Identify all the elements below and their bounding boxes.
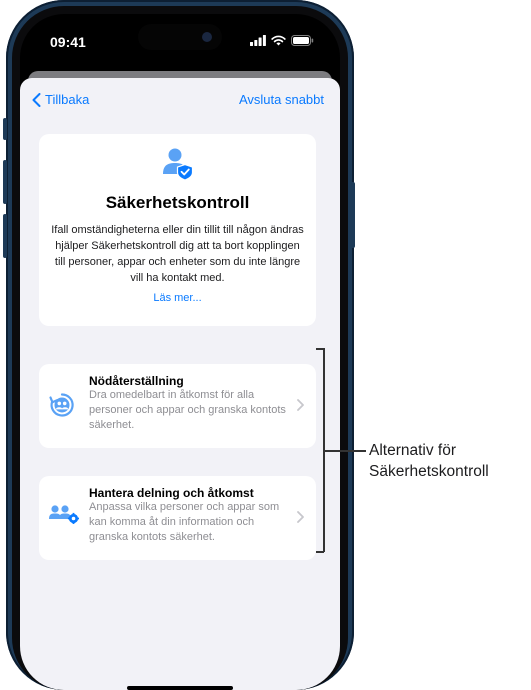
back-button[interactable]: Tillbaka (32, 92, 89, 107)
volume-up-button (3, 160, 7, 204)
chevron-right-icon (297, 399, 304, 411)
status-icons (250, 35, 314, 46)
battery-icon (291, 35, 314, 46)
read-more-link[interactable]: Läs mer... (39, 292, 316, 304)
option-title: Hantera delning och åtkomst (89, 486, 254, 500)
emergency-reset-option[interactable]: Nödåterställning Dra omedelbart in åtkom… (39, 364, 316, 448)
callout-line-2: Säkerhetskontroll (369, 463, 489, 480)
status-bar: 09:41 (20, 14, 340, 66)
power-button (351, 182, 355, 248)
manage-sharing-option[interactable]: Hantera delning och åtkomst Anpassa vilk… (39, 476, 316, 560)
option-description: Dra omedelbart in åtkomst för alla perso… (89, 389, 286, 431)
callout-line-1: Alternativ för (369, 442, 457, 459)
intro-description: Ifall omständigheterna eller din tillit … (51, 224, 304, 284)
option-description: Anpassa vilka personer och appar som kan… (89, 501, 280, 543)
callout-label: Alternativ för Säkerhetskontroll (369, 440, 529, 482)
option-title: Nödåterställning (89, 374, 184, 388)
wifi-icon (271, 35, 286, 46)
safety-check-icon (163, 148, 193, 180)
manage-sharing-icon (49, 505, 79, 524)
phone-screen: 09:41 Tillbaka Avsluta snabbt Säkerhetsk… (20, 14, 340, 690)
chevron-right-icon (297, 511, 304, 523)
callout-leader-line (324, 450, 366, 452)
emergency-reset-icon (49, 393, 74, 417)
dynamic-island (138, 24, 222, 50)
intro-card: Säkerhetskontroll Ifall omständigheterna… (39, 134, 316, 326)
front-camera (202, 32, 212, 42)
callout-bracket-bottom (316, 551, 324, 553)
back-button-label: Tillbaka (45, 92, 90, 107)
cellular-signal-icon (250, 35, 266, 46)
volume-down-button (3, 214, 7, 258)
intro-title: Säkerhetskontroll (105, 193, 250, 212)
action-button (3, 118, 7, 140)
quick-exit-button[interactable]: Avsluta snabbt (239, 92, 324, 107)
chevron-left-icon (32, 92, 41, 107)
navigation-bar: Tillbaka Avsluta snabbt (20, 88, 340, 118)
home-indicator[interactable] (127, 686, 233, 690)
safety-check-sheet: Tillbaka Avsluta snabbt Säkerhetskontrol… (20, 78, 340, 690)
status-time: 09:41 (50, 34, 86, 50)
